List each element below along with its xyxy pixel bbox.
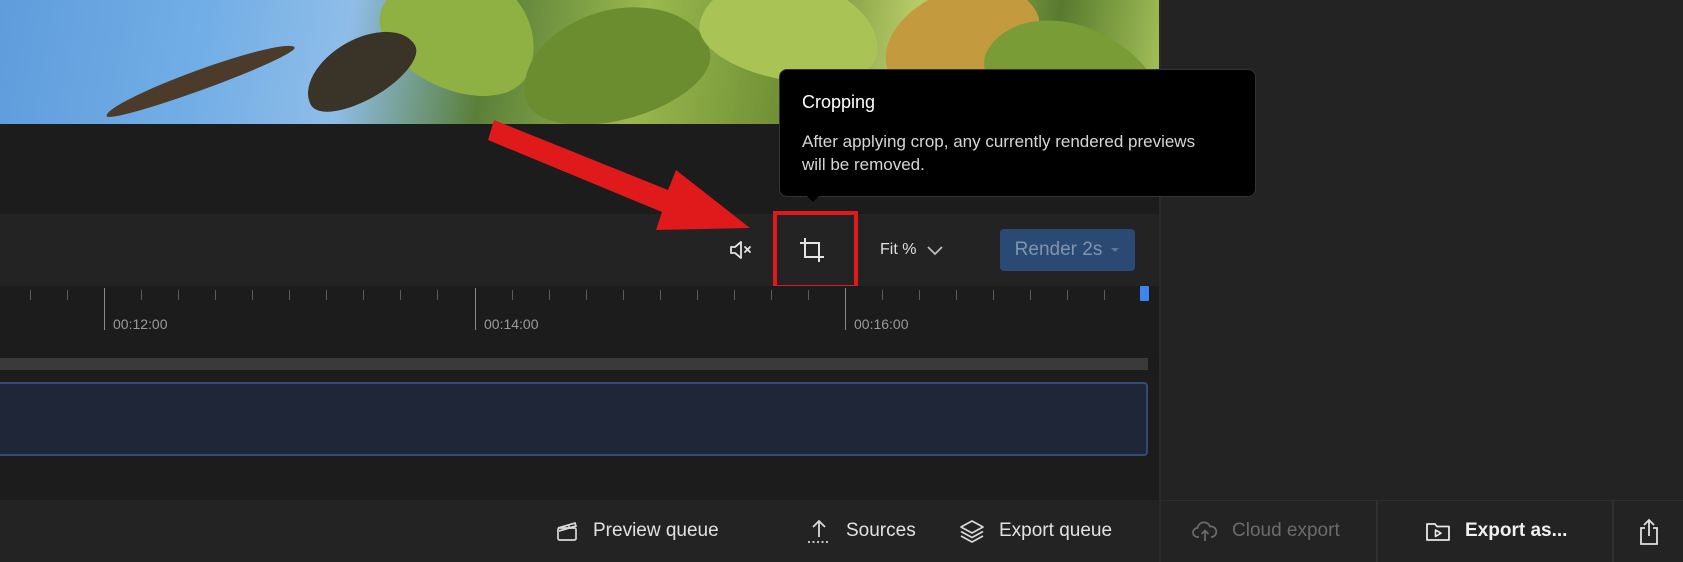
mute-button[interactable] xyxy=(726,236,756,264)
export-as-button[interactable]: Export as... xyxy=(1425,510,1567,552)
preview-queue-label: Preview queue xyxy=(593,520,719,541)
chevron-down-icon xyxy=(927,246,944,256)
timeline-ruler[interactable]: 00:12:00 00:14:00 00:16:00 xyxy=(0,286,1159,358)
speaker-muted-icon xyxy=(730,241,751,259)
upload-icon xyxy=(808,519,830,543)
cloud-export-button[interactable]: Cloud export xyxy=(1192,510,1340,552)
render-dropdown-icon xyxy=(1111,248,1120,252)
export-queue-button[interactable]: Export queue xyxy=(959,510,1112,552)
crop-tooltip: Cropping After applying crop, any curren… xyxy=(779,69,1256,197)
crop-button[interactable] xyxy=(795,234,829,266)
cloud-upload-icon xyxy=(1192,521,1218,541)
render-label: Render 2s xyxy=(1014,239,1103,260)
render-button[interactable]: Render 2s xyxy=(1000,229,1135,271)
time-label: 00:16:00 xyxy=(854,316,909,332)
share-icon xyxy=(1640,518,1658,545)
sources-button[interactable]: Sources xyxy=(806,510,916,552)
timeline-clip[interactable] xyxy=(0,382,1148,456)
tooltip-pointer xyxy=(803,192,823,202)
time-label: 00:12:00 xyxy=(113,316,168,332)
cloud-export-label: Cloud export xyxy=(1232,520,1340,541)
time-label: 00:14:00 xyxy=(484,316,539,332)
preview-queue-button[interactable]: Preview queue xyxy=(555,510,719,552)
export-as-label: Export as... xyxy=(1465,520,1568,541)
track-header-bar xyxy=(0,358,1148,370)
layers-icon xyxy=(960,520,984,543)
tooltip-body: After applying crop, any currently rende… xyxy=(802,132,1196,174)
editor-window: Fit % Render 2s 00:12:00 00:14:00 00:16:… xyxy=(0,0,1683,562)
divider xyxy=(1612,500,1614,562)
playhead-marker[interactable] xyxy=(1140,286,1149,301)
sources-label: Sources xyxy=(846,520,916,541)
divider xyxy=(1376,500,1378,562)
zoom-select[interactable]: Fit % xyxy=(880,236,944,264)
clapperboard-icon xyxy=(557,521,578,541)
tooltip-title: Cropping xyxy=(802,92,876,112)
zoom-label: Fit % xyxy=(880,241,917,258)
share-button[interactable] xyxy=(1634,516,1664,548)
folder-play-icon xyxy=(1426,523,1450,541)
crop-icon xyxy=(800,238,824,262)
export-queue-label: Export queue xyxy=(999,520,1113,541)
preview-toolbar xyxy=(0,214,1159,286)
